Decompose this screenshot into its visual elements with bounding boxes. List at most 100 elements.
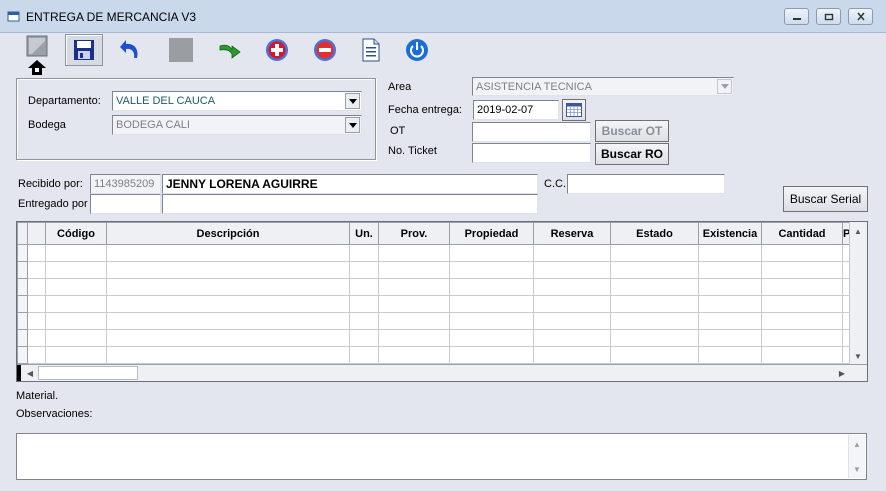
- table-row[interactable]: [17, 295, 852, 313]
- table-row[interactable]: [17, 346, 852, 364]
- table-cell[interactable]: [761, 312, 843, 330]
- chevron-down-icon[interactable]: [345, 117, 360, 133]
- entregado-id-field[interactable]: [90, 194, 161, 214]
- table-cell[interactable]: [761, 346, 843, 364]
- table-row[interactable]: [17, 244, 852, 262]
- table-cell[interactable]: [698, 261, 762, 279]
- table-cell[interactable]: [698, 346, 762, 364]
- stop-button[interactable]: [162, 34, 200, 66]
- table-cell[interactable]: [378, 329, 450, 347]
- buscar-ot-button[interactable]: Buscar OT: [595, 120, 669, 142]
- row-selector[interactable]: [17, 329, 28, 347]
- table-cell[interactable]: [761, 329, 843, 347]
- column-header[interactable]: Un.: [349, 222, 379, 245]
- row-selector[interactable]: [17, 346, 28, 364]
- table-cell[interactable]: [106, 261, 350, 279]
- maximize-button[interactable]: [816, 8, 841, 25]
- column-header[interactable]: Existencia: [698, 222, 762, 245]
- chevron-down-icon[interactable]: [345, 93, 360, 109]
- table-cell[interactable]: [45, 295, 107, 313]
- column-header[interactable]: Código: [45, 222, 107, 245]
- table-cell[interactable]: [449, 261, 534, 279]
- table-cell[interactable]: [610, 244, 699, 262]
- table-cell[interactable]: [698, 329, 762, 347]
- column-header[interactable]: Descripción: [106, 222, 350, 245]
- table-cell[interactable]: [698, 312, 762, 330]
- table-cell[interactable]: [761, 278, 843, 296]
- table-cell[interactable]: [106, 278, 350, 296]
- column-header[interactable]: Prov.: [378, 222, 450, 245]
- table-cell[interactable]: [761, 244, 843, 262]
- table-cell[interactable]: [761, 261, 843, 279]
- table-cell[interactable]: [378, 278, 450, 296]
- new-button[interactable]: [18, 34, 56, 75]
- minimize-button[interactable]: [784, 8, 809, 25]
- table-cell[interactable]: [449, 278, 534, 296]
- table-cell[interactable]: [349, 278, 379, 296]
- table-cell[interactable]: [533, 261, 611, 279]
- area-combo[interactable]: ASISTENCIA TECNICA: [472, 77, 734, 96]
- table-cell[interactable]: [610, 295, 699, 313]
- scroll-up-icon[interactable]: ▲: [850, 223, 866, 239]
- table-cell[interactable]: [698, 244, 762, 262]
- close-button[interactable]: [848, 8, 873, 25]
- table-row[interactable]: [17, 278, 852, 296]
- recibido-name-field[interactable]: JENNY LORENA AGUIRRE: [162, 174, 538, 194]
- table-cell[interactable]: [45, 278, 107, 296]
- table-cell[interactable]: [533, 244, 611, 262]
- add-button[interactable]: [258, 34, 296, 66]
- table-row[interactable]: [17, 329, 852, 347]
- table-cell[interactable]: [533, 312, 611, 330]
- scroll-left-icon[interactable]: ◀: [22, 365, 38, 381]
- table-cell[interactable]: [45, 244, 107, 262]
- row-selector[interactable]: [17, 261, 28, 279]
- grid-vertical-scrollbar[interactable]: ▲ ▼: [849, 222, 867, 365]
- table-cell[interactable]: [106, 295, 350, 313]
- table-cell[interactable]: [378, 295, 450, 313]
- report-button[interactable]: [352, 34, 390, 66]
- table-cell[interactable]: [378, 312, 450, 330]
- remove-button[interactable]: [306, 34, 344, 66]
- entregado-name-field[interactable]: [162, 194, 538, 214]
- column-header[interactable]: Reserva: [533, 222, 611, 245]
- ticket-field[interactable]: [472, 143, 591, 163]
- table-cell[interactable]: [378, 346, 450, 364]
- bodega-combo[interactable]: BODEGA CALI: [112, 115, 362, 135]
- table-cell[interactable]: [349, 329, 379, 347]
- table-cell[interactable]: [610, 329, 699, 347]
- table-cell[interactable]: [106, 312, 350, 330]
- table-cell[interactable]: [610, 312, 699, 330]
- table-cell[interactable]: [610, 278, 699, 296]
- table-cell[interactable]: [106, 329, 350, 347]
- power-button[interactable]: [398, 34, 436, 66]
- buscar-ro-button[interactable]: Buscar RO: [595, 143, 669, 165]
- scroll-thumb[interactable]: [38, 366, 138, 380]
- save-button[interactable]: [65, 34, 103, 66]
- table-cell[interactable]: [45, 312, 107, 330]
- items-grid[interactable]: Código Descripción Un. Prov. Propiedad R…: [16, 221, 868, 382]
- table-cell[interactable]: [349, 244, 379, 262]
- export-button[interactable]: [211, 34, 249, 66]
- column-header[interactable]: Cantidad: [761, 222, 843, 245]
- table-cell[interactable]: [449, 244, 534, 262]
- table-cell[interactable]: [449, 346, 534, 364]
- ot-field[interactable]: [472, 122, 591, 142]
- table-cell[interactable]: [610, 261, 699, 279]
- table-cell[interactable]: [45, 329, 107, 347]
- row-selector[interactable]: [17, 312, 28, 330]
- table-cell[interactable]: [761, 295, 843, 313]
- row-selector[interactable]: [17, 295, 28, 313]
- fecha-field[interactable]: 2019-02-07: [473, 100, 559, 120]
- scroll-down-icon[interactable]: ▼: [849, 461, 865, 477]
- row-selector[interactable]: [17, 244, 28, 262]
- table-cell[interactable]: [610, 346, 699, 364]
- table-cell[interactable]: [106, 346, 350, 364]
- table-cell[interactable]: [449, 295, 534, 313]
- table-cell[interactable]: [533, 278, 611, 296]
- scroll-right-icon[interactable]: ▶: [834, 365, 850, 381]
- buscar-serial-button[interactable]: Buscar Serial: [783, 186, 868, 212]
- table-cell[interactable]: [106, 244, 350, 262]
- table-cell[interactable]: [45, 261, 107, 279]
- memo-scrollbar[interactable]: ▲ ▼: [848, 435, 865, 478]
- table-cell[interactable]: [698, 295, 762, 313]
